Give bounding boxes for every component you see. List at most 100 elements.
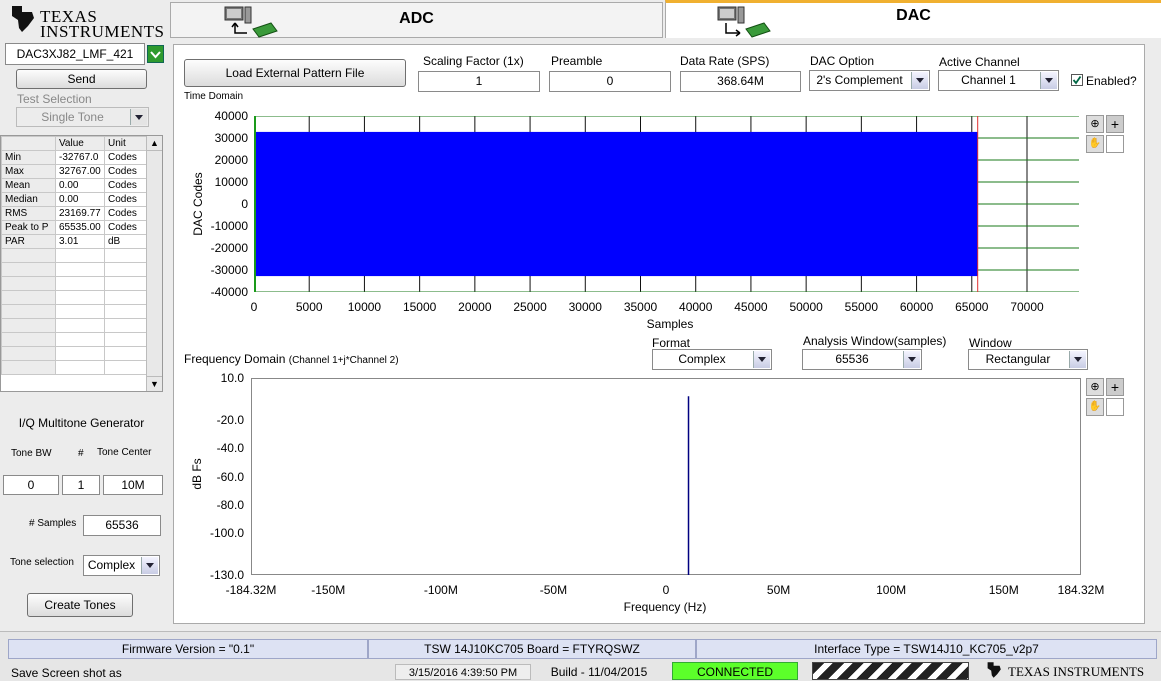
x-tick-label: 70000: [1010, 300, 1044, 314]
test-selection-label: Test Selection: [17, 92, 92, 106]
y-tick-label: -40.0: [216, 441, 244, 456]
tab-adc-label: ADC: [399, 10, 434, 27]
stats-cell-name: Peak to P: [1, 220, 56, 235]
enabled-checkbox[interactable]: [1071, 74, 1083, 86]
chevron-down-icon: [903, 351, 920, 368]
load-pattern-button[interactable]: Load External Pattern File: [184, 59, 406, 87]
connection-status: CONNECTED: [672, 662, 798, 680]
tone-center-input[interactable]: 10M: [103, 475, 163, 495]
tone-bw-input[interactable]: 0: [3, 475, 59, 495]
send-button[interactable]: Send: [16, 69, 147, 89]
window-select[interactable]: Rectangular: [968, 349, 1088, 370]
stats-cell-value: 0.00: [55, 192, 105, 207]
datetime-display: 3/15/2016 4:39:50 PM: [395, 664, 531, 680]
left-panel: DAC3XJ82_LMF_421 Send Test Selection Sin…: [0, 40, 167, 630]
table-row-empty: [1, 346, 148, 361]
active-channel-select[interactable]: Channel 1: [938, 70, 1059, 91]
format-select[interactable]: Complex: [652, 349, 772, 370]
x-tick-label: 10000: [347, 300, 382, 314]
scroll-down-icon[interactable]: ▼: [147, 376, 162, 391]
data-rate-input[interactable]: 368.64M: [680, 71, 801, 92]
freq-domain-title: Frequency Domain (Channel 1+j*Channel 2): [184, 352, 399, 366]
x-tick-label: 65000: [955, 300, 989, 314]
stats-cell-value: 65535.00: [55, 220, 105, 235]
samples-input[interactable]: 65536: [83, 515, 161, 536]
tone-selection-value: Complex: [87, 558, 136, 572]
stats-cell-empty: [55, 346, 105, 361]
stats-cell-empty: [55, 318, 105, 333]
time-x-axis-label: Samples: [646, 317, 694, 331]
dac-option-select[interactable]: 2's Complement: [809, 70, 930, 91]
device-select-value: DAC3XJ82_LMF_421: [16, 47, 134, 61]
stats-cell-value: 0.00: [55, 178, 105, 193]
palette-blank[interactable]: [1106, 398, 1124, 416]
interface-status: Interface Type = TSW14J10_KC705_v2p7: [696, 639, 1157, 659]
analysis-window-select[interactable]: 65536: [802, 349, 922, 370]
device-select[interactable]: DAC3XJ82_LMF_421: [5, 43, 145, 65]
time-graph-palette: ⊕ + ✋: [1086, 115, 1126, 153]
stats-header-row: Value Unit: [1, 136, 148, 151]
stats-cell-empty: [1, 360, 56, 375]
stats-cell-unit: Codes: [104, 220, 148, 235]
zoom-icon[interactable]: ⊕: [1086, 115, 1104, 133]
firmware-status: Firmware Version = "0.1": [8, 639, 368, 659]
zoom-icon[interactable]: ⊕: [1086, 378, 1104, 396]
preamble-label: Preamble: [551, 54, 603, 68]
stats-cell-empty: [1, 332, 56, 347]
x-tick-label: 50M: [766, 583, 791, 597]
scroll-up-icon[interactable]: ▲: [147, 136, 162, 151]
y-tick-label: 10.0: [220, 371, 244, 385]
stats-cell-empty: [55, 360, 105, 375]
scaling-input[interactable]: 1: [418, 71, 540, 92]
samples-label: # Samples: [29, 518, 77, 529]
stats-header-cell: Unit: [104, 136, 148, 151]
cursor-plus-icon[interactable]: +: [1106, 115, 1124, 133]
stats-cell-empty: [104, 318, 148, 333]
stats-cell-empty: [55, 262, 105, 277]
pan-hand-icon[interactable]: ✋: [1086, 135, 1104, 153]
chevron-down-icon: [911, 72, 928, 89]
x-tick-label: -150M: [311, 583, 346, 597]
create-tones-button[interactable]: Create Tones: [27, 593, 133, 617]
y-tick-label: -130.0: [209, 568, 244, 582]
y-tick-label: 40000: [214, 109, 248, 123]
x-tick-label: 15000: [402, 300, 437, 314]
ti-state-icon: [12, 6, 34, 32]
checkmark-icon: [1072, 75, 1082, 85]
table-row-empty: [1, 332, 148, 347]
table-row-empty: [1, 248, 148, 263]
stats-scrollbar[interactable]: ▲ ▼: [146, 136, 162, 391]
chevron-down-icon: [130, 109, 147, 125]
freq-domain-plot: [251, 378, 1081, 575]
stats-cell-name: RMS: [1, 206, 56, 221]
stats-cell-empty: [55, 276, 105, 291]
confirm-icon[interactable]: [147, 45, 164, 63]
y-tick-label: 30000: [214, 131, 248, 145]
tone-selection-select[interactable]: Complex: [83, 555, 160, 576]
y-tick-label: -80.0: [216, 497, 244, 512]
tab-dac[interactable]: DAC: [665, 0, 1161, 38]
pan-hand-icon[interactable]: ✋: [1086, 398, 1104, 416]
stats-cell-empty: [104, 346, 148, 361]
test-selection-select[interactable]: Single Tone: [16, 107, 149, 127]
stats-cell-empty: [1, 276, 56, 291]
save-screenshot-label[interactable]: Save Screen shot as: [11, 666, 122, 680]
dac-option-label: DAC Option: [810, 54, 875, 68]
footer-brand: Texas Instruments: [1008, 664, 1145, 679]
y-tick-label: -60.0: [216, 469, 244, 484]
palette-blank[interactable]: [1106, 135, 1124, 153]
x-tick-label: 0: [662, 583, 670, 597]
stats-cell-unit: dB: [104, 234, 148, 249]
tone-count-input[interactable]: 1: [62, 475, 100, 495]
cursor-plus-icon[interactable]: +: [1106, 378, 1124, 396]
stats-cell-empty: [104, 332, 148, 347]
preamble-input[interactable]: 0: [549, 71, 671, 92]
stats-header-cell: Value: [55, 136, 105, 151]
x-tick-label: 60000: [899, 300, 934, 314]
x-tick-label: 184.32M: [1057, 583, 1105, 597]
tab-adc[interactable]: ADC: [170, 2, 663, 38]
stats-cell-unit: Codes: [104, 206, 148, 221]
chevron-down-icon: [1040, 72, 1057, 89]
activity-indicator: [812, 662, 969, 680]
brand-line2: Instruments: [40, 22, 165, 41]
